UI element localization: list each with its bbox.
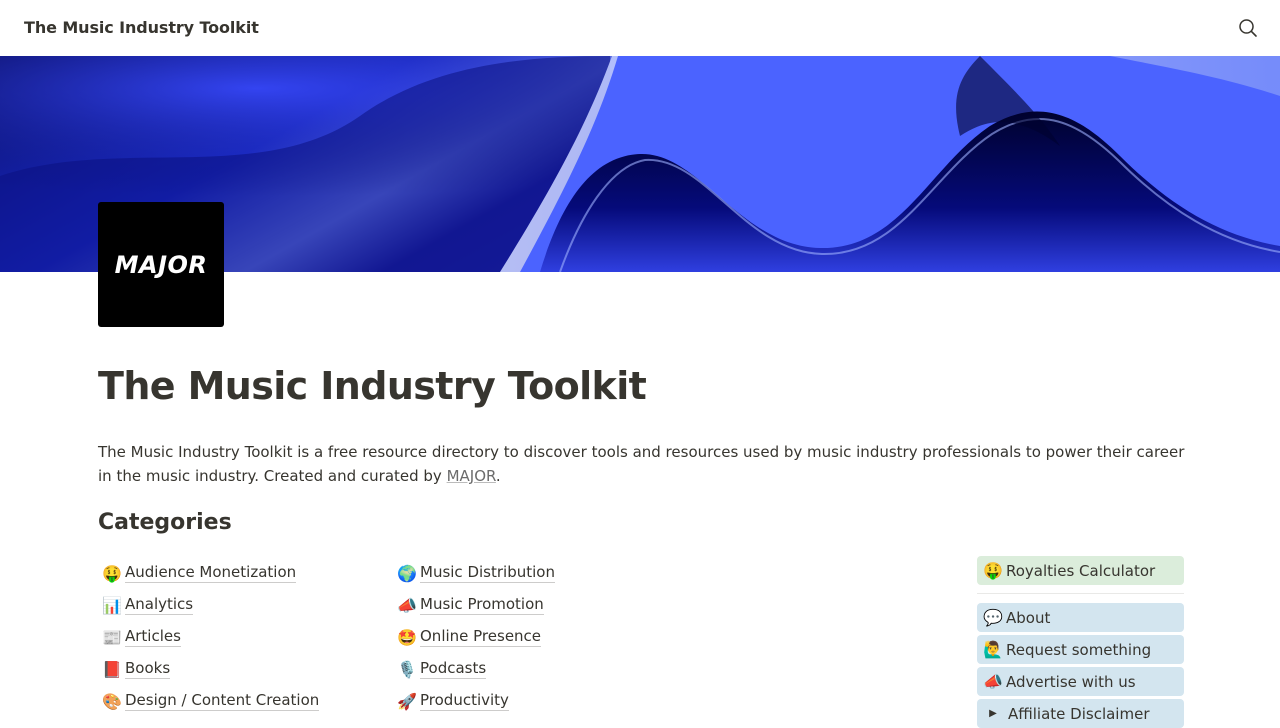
search-icon[interactable] <box>1234 14 1262 42</box>
category-label: Books <box>125 659 171 679</box>
triangle-right-icon: ▶ <box>989 708 997 719</box>
raising-hand-icon: 🙋‍♂️ <box>983 640 1003 659</box>
royalties-calculator-link[interactable]: 🤑 Royalties Calculator <box>977 556 1184 585</box>
category-label: Audience Monetization <box>125 563 297 583</box>
category-articles[interactable]: 📰 Articles <box>98 621 378 653</box>
megaphone-icon: 📣 <box>983 672 1003 691</box>
about-label: About <box>1006 608 1051 627</box>
categories-column-right: 🌍 Music Distribution 📣 Music Promotion 🤩… <box>393 557 673 717</box>
category-design-content-creation[interactable]: 🎨 Design / Content Creation <box>98 685 378 717</box>
category-label: Analytics <box>125 595 194 615</box>
about-link[interactable]: 💬 About <box>977 603 1184 632</box>
categories-heading: Categories <box>98 510 232 535</box>
request-something-link[interactable]: 🙋‍♂️ Request something <box>977 635 1184 664</box>
affiliate-disclaimer-toggle[interactable]: ▶ Affiliate Disclaimer <box>977 699 1184 728</box>
category-podcasts[interactable]: 🎙️ Podcasts <box>393 653 673 685</box>
intro-end: . <box>495 467 501 485</box>
logo-text: MAJOR <box>114 250 208 279</box>
category-label: Music Distribution <box>420 563 555 583</box>
request-something-label: Request something <box>1006 640 1152 659</box>
divider <box>977 593 1184 594</box>
category-analytics[interactable]: 📊 Analytics <box>98 589 378 621</box>
star-struck-icon: 🤩 <box>397 627 417 647</box>
category-label: Online Presence <box>420 627 542 647</box>
category-label: Articles <box>125 627 181 647</box>
intro-paragraph: The Music Industry Toolkit is a free res… <box>98 440 1188 488</box>
category-audience-monetization[interactable]: 🤑 Audience Monetization <box>98 557 378 589</box>
category-productivity[interactable]: 🚀 Productivity <box>393 685 673 717</box>
category-label: Productivity <box>420 691 509 711</box>
top-bar: The Music Industry Toolkit <box>0 0 1280 56</box>
page-icon-logo: MAJOR <box>98 202 224 327</box>
globe-icon: 🌍 <box>397 563 417 583</box>
sidebar-links: 🤑 Royalties Calculator 💬 About 🙋‍♂️ Requ… <box>977 556 1184 728</box>
major-link[interactable]: MAJOR <box>447 467 496 485</box>
category-label: Design / Content Creation <box>125 691 320 711</box>
royalties-calculator-label: Royalties Calculator <box>1006 561 1156 580</box>
category-label: Podcasts <box>420 659 487 679</box>
rocket-icon: 🚀 <box>397 691 417 711</box>
money-face-icon: 🤑 <box>102 563 122 583</box>
advertise-label: Advertise with us <box>1006 672 1136 691</box>
bar-chart-icon: 📊 <box>102 595 122 615</box>
category-online-presence[interactable]: 🤩 Online Presence <box>393 621 673 653</box>
intro-text: The Music Industry Toolkit is a free res… <box>98 443 1185 485</box>
newspaper-icon: 📰 <box>102 627 122 647</box>
speech-bubble-icon: 💬 <box>983 608 1003 627</box>
advertise-link[interactable]: 📣 Advertise with us <box>977 667 1184 696</box>
site-title[interactable]: The Music Industry Toolkit <box>24 18 259 37</box>
category-label: Music Promotion <box>420 595 544 615</box>
category-books[interactable]: 📕 Books <box>98 653 378 685</box>
page-title: The Music Industry Toolkit <box>98 364 647 408</box>
megaphone-icon: 📣 <box>397 595 417 615</box>
book-icon: 📕 <box>102 659 122 679</box>
categories-column-left: 🤑 Audience Monetization 📊 Analytics 📰 Ar… <box>98 557 378 717</box>
money-face-icon: 🤑 <box>983 561 1003 580</box>
palette-icon: 🎨 <box>102 691 122 711</box>
microphone-icon: 🎙️ <box>397 659 417 679</box>
category-music-promotion[interactable]: 📣 Music Promotion <box>393 589 673 621</box>
category-music-distribution[interactable]: 🌍 Music Distribution <box>393 557 673 589</box>
